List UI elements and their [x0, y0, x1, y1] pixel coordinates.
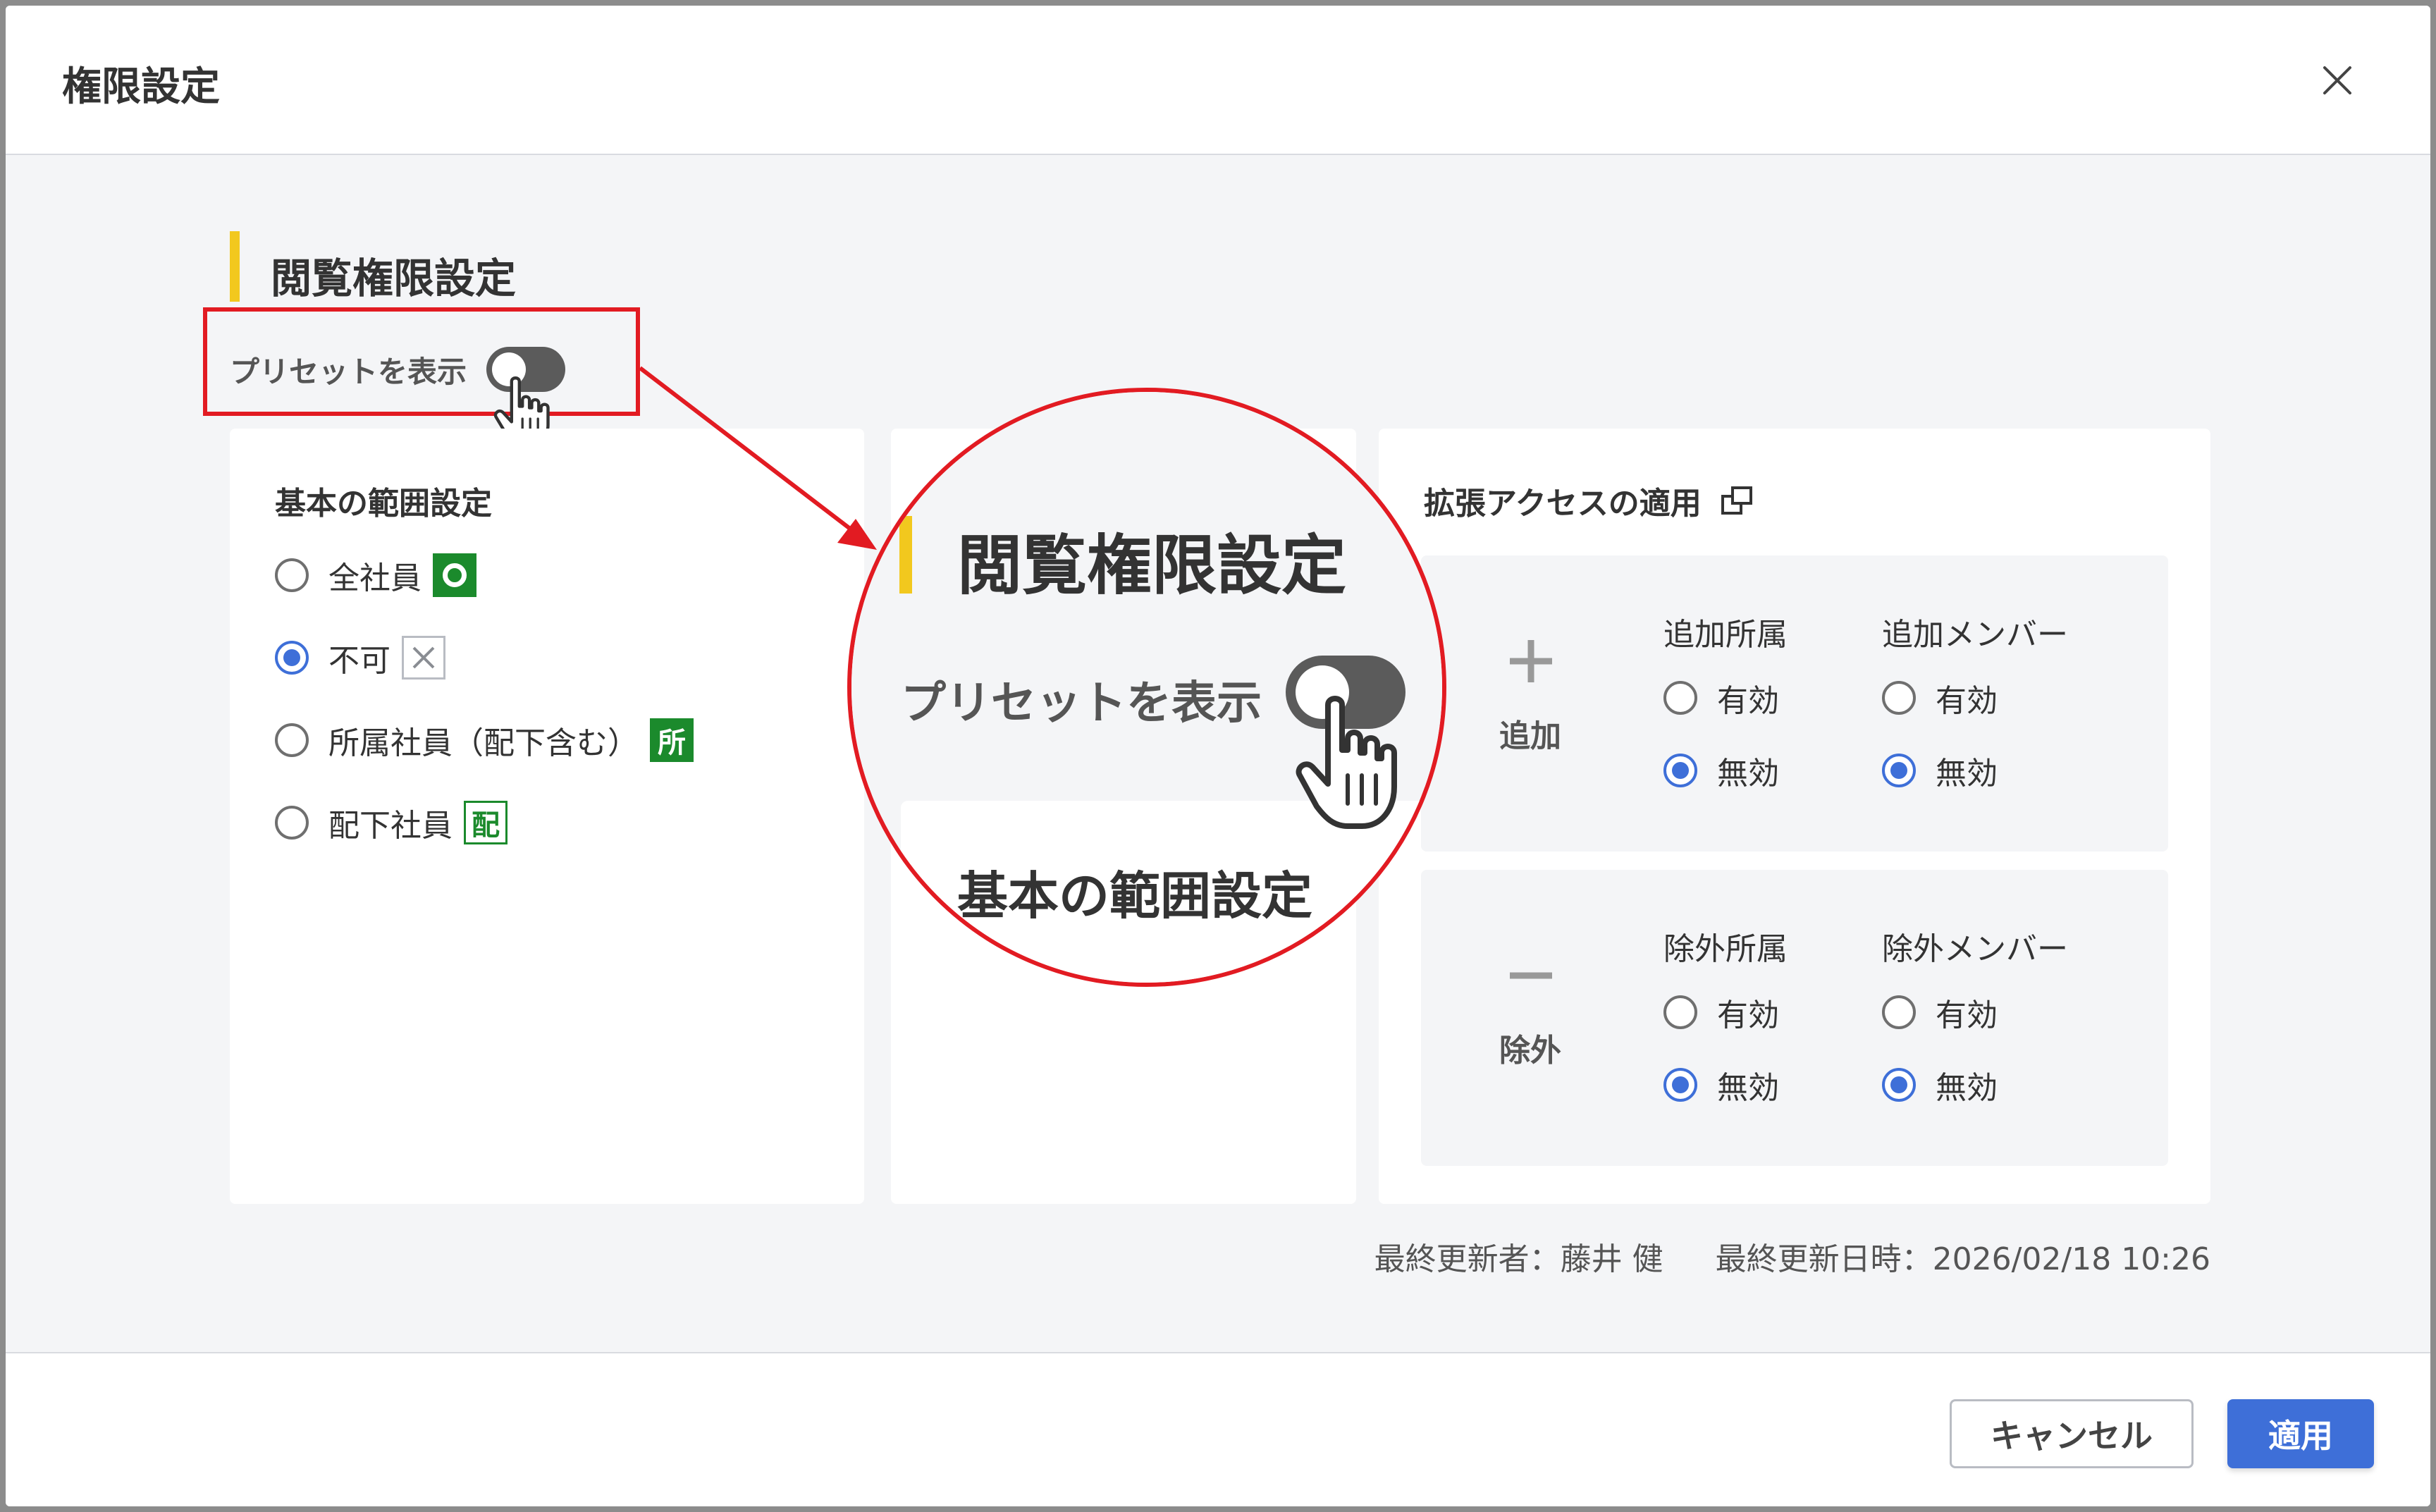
radio-department-employees[interactable]: 所属社員（配下含む） 所	[275, 718, 694, 763]
section-accent-bar	[230, 231, 240, 302]
zoom-section-title: 閲覧権限設定	[957, 528, 1347, 603]
permission-dialog: 権限設定 閲覧権限設定 プリセットを表示 基本の範囲設定 全社員 不可 所属社員…	[6, 6, 2430, 1506]
radio-label: 有効	[1717, 997, 1779, 1033]
basic-range-panel: 基本の範囲設定 全社員 不可 所属社員（配下含む） 所 配下社員 配	[230, 429, 864, 1204]
add-member-enabled[interactable]: 有効	[1882, 675, 1998, 720]
zoom-basic-range-title: 基本の範囲設定	[957, 866, 1313, 926]
radio-label: 有効	[1936, 683, 1998, 719]
radio-button[interactable]	[1882, 681, 1916, 715]
radio-label: 有効	[1936, 997, 1998, 1033]
minus-icon	[1510, 972, 1552, 979]
dialog-title: 権限設定	[62, 64, 220, 110]
close-icon	[2323, 66, 2351, 94]
add-label: 追加	[1499, 718, 1561, 754]
last-updated-at: 最終更新日時：2026/02/18 10:26	[1715, 1241, 2210, 1277]
radio-button[interactable]	[275, 558, 309, 592]
zoom-accent-bar	[899, 516, 912, 594]
exclude-department-title: 除外所属	[1663, 931, 1788, 967]
cancel-button[interactable]: キャンセル	[1950, 1399, 2194, 1468]
radio-label: 無効	[1936, 1070, 1998, 1106]
exclude-label: 除外	[1499, 1033, 1561, 1069]
add-department-title: 追加所属	[1663, 617, 1788, 653]
zoom-hand-cursor-icon	[1296, 696, 1397, 829]
radio-label: 無効	[1717, 1070, 1779, 1106]
exclude-department-enabled[interactable]: 有効	[1663, 990, 1779, 1035]
apply-button[interactable]: 適用	[2227, 1399, 2374, 1468]
last-updated-by: 最終更新者：藤井 健	[1374, 1241, 1663, 1277]
radio-label: 無効	[1717, 756, 1779, 792]
radio-not-allowed[interactable]: 不可	[275, 635, 445, 680]
department-badge: 所	[650, 718, 694, 762]
radio-button[interactable]	[1882, 1068, 1916, 1102]
radio-label: 全社員	[328, 560, 422, 596]
extended-access-panel: 拡張アクセスの適用 追加 追加所属 追加メンバー 有効 無効 有効 無効 除外 …	[1379, 429, 2210, 1204]
dialog-footer: キャンセル 適用	[6, 1352, 2430, 1506]
add-department-enabled[interactable]: 有効	[1663, 675, 1779, 720]
highlight-box	[203, 307, 640, 416]
exclude-member-disabled[interactable]: 無効	[1882, 1062, 1998, 1107]
circle-badge-icon	[433, 553, 476, 597]
radio-button[interactable]	[1663, 754, 1697, 787]
zoom-preset-label: プリセットを表示	[901, 677, 1262, 730]
subordinate-badge: 配	[464, 801, 508, 844]
external-link-icon[interactable]	[1720, 484, 1757, 517]
radio-label: 不可	[328, 643, 390, 679]
radio-button[interactable]	[275, 723, 309, 757]
radio-button[interactable]	[275, 641, 309, 675]
dialog-header: 権限設定	[6, 6, 2430, 155]
exclude-member-title: 除外メンバー	[1882, 931, 2068, 967]
last-updated-info: 最終更新者：藤井 健 最終更新日時：2026/02/18 10:26	[1374, 1234, 2210, 1279]
add-member-title: 追加メンバー	[1882, 617, 2068, 653]
radio-all-employees[interactable]: 全社員	[275, 553, 476, 598]
radio-label: 有効	[1717, 683, 1779, 719]
radio-label: 無効	[1936, 756, 1998, 792]
radio-button[interactable]	[1882, 995, 1916, 1029]
radio-label: 配下社員	[328, 808, 453, 844]
exclude-department-disabled[interactable]: 無効	[1663, 1062, 1779, 1107]
plus-icon	[1510, 640, 1552, 682]
radio-button[interactable]	[1663, 995, 1697, 1029]
radio-button[interactable]	[275, 806, 309, 840]
radio-button[interactable]	[1882, 754, 1916, 787]
section-title: 閲覧権限設定	[271, 254, 517, 302]
extended-access-title: 拡張アクセスの適用	[1424, 486, 1702, 522]
zoom-callout: 閲覧権限設定 プリセットを表示 基本の範囲設定	[847, 388, 1446, 987]
add-access-box: 追加 追加所属 追加メンバー 有効 無効 有効 無効	[1421, 555, 2168, 852]
exclude-member-enabled[interactable]: 有効	[1882, 990, 1998, 1035]
radio-button[interactable]	[1663, 1068, 1697, 1102]
close-button[interactable]	[2309, 52, 2366, 109]
radio-label: 所属社員（配下含む）	[328, 725, 639, 761]
radio-subordinate-employees[interactable]: 配下社員 配	[275, 800, 508, 845]
basic-range-title: 基本の範囲設定	[275, 486, 492, 522]
exclude-access-box: 除外 除外所属 除外メンバー 有効 無効 有効 無効	[1421, 870, 2168, 1166]
add-department-disabled[interactable]: 無効	[1663, 748, 1779, 793]
cross-badge-icon	[402, 636, 445, 680]
radio-button[interactable]	[1663, 681, 1697, 715]
add-member-disabled[interactable]: 無効	[1882, 748, 1998, 793]
extended-access-title-row: 拡張アクセスの適用	[1424, 478, 1757, 523]
